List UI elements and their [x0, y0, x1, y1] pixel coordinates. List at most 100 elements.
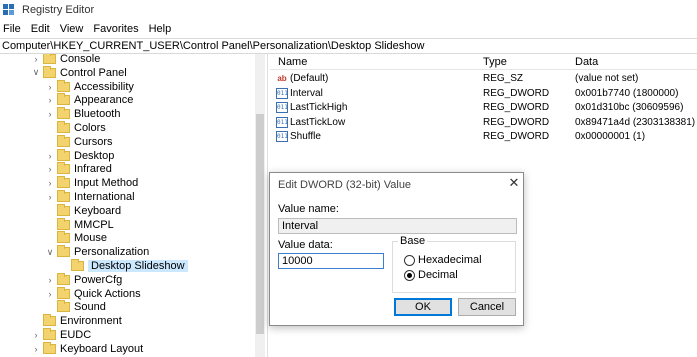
value-type: REG_DWORD	[483, 116, 550, 128]
chevron-right-icon[interactable]: ›	[44, 164, 56, 174]
tree-item-label: Bluetooth	[74, 108, 121, 121]
value-data-input[interactable]: 10000	[278, 253, 384, 269]
menu-favorites[interactable]: Favorites	[93, 23, 138, 35]
value-row[interactable]: 011 LastTickHigh REG_DWORD 0x01d310bc (3060…	[270, 101, 697, 116]
value-row[interactable]: 011 Interval REG_DWORD 0x001b7740 (1800000)	[270, 87, 697, 102]
tree-item[interactable]: Environment	[30, 314, 122, 328]
tree-item-label: Desktop	[74, 149, 115, 162]
tree-item[interactable]: › Appearance	[44, 93, 133, 107]
folder-icon	[43, 65, 56, 78]
value-row[interactable]: 011 LastTickLow REG_DWORD 0x89471a4d (23031…	[270, 116, 697, 131]
dialog-title: Edit DWORD (32-bit) Value	[278, 179, 412, 191]
chevron-right-icon[interactable]: ›	[44, 289, 56, 299]
radio-checked-icon	[404, 269, 415, 281]
chevron-right-icon[interactable]: ›	[30, 54, 42, 64]
tree-scrollbar-thumb[interactable]	[256, 114, 264, 334]
tree-item-label: Quick Actions	[74, 287, 141, 300]
tree-scrollbar[interactable]	[255, 54, 265, 357]
column-data[interactable]: Data	[575, 56, 598, 68]
tree-item[interactable]: Cursors	[44, 134, 113, 149]
close-icon[interactable]: ✕	[506, 175, 522, 191]
folder-icon	[57, 272, 70, 285]
menu-view[interactable]: View	[60, 23, 84, 35]
chevron-right-icon[interactable]: ›	[30, 330, 42, 340]
tree-item-label: International	[74, 191, 135, 203]
column-name[interactable]: Name	[278, 56, 307, 68]
tree-item[interactable]: Desktop Slideshow	[58, 259, 188, 273]
value-row[interactable]: ab (Default) REG_SZ (value not set)	[270, 72, 697, 87]
tree-item[interactable]: › Bluetooth	[44, 107, 120, 121]
menu-edit[interactable]: Edit	[31, 23, 50, 35]
cancel-button[interactable]: Cancel	[458, 298, 516, 316]
tree-item[interactable]: › Input Method	[44, 176, 138, 190]
tree-item[interactable]: Keyboard	[44, 203, 122, 218]
chevron-right-icon[interactable]: ›	[44, 109, 56, 119]
chevron-right-icon[interactable]: ›	[44, 275, 56, 285]
title-bar: Registry Editor	[0, 0, 697, 20]
tree-item[interactable]: ∨ Control Panel	[30, 65, 127, 80]
tree-item[interactable]: Mouse	[44, 231, 107, 245]
tree-item[interactable]: ∨ Personalization	[44, 245, 149, 259]
binary-value-icon: 011	[276, 102, 288, 113]
menu-help[interactable]: Help	[149, 23, 172, 35]
tree-item[interactable]: Colors	[44, 121, 106, 135]
tree-item-label: Keyboard	[74, 204, 122, 217]
chevron-down-icon[interactable]: ∨	[30, 67, 42, 78]
tree-item-label: EUDC	[60, 329, 92, 341]
chevron-right-icon[interactable]: ›	[44, 192, 56, 202]
address-bar[interactable]: Computer\HKEY_CURRENT_USER\Control Panel…	[0, 38, 697, 54]
folder-icon	[57, 107, 70, 120]
value-row[interactable]: 011 Shuffle REG_DWORD 0x00000001 (1)	[270, 130, 697, 145]
folder-icon	[57, 286, 70, 299]
tree-item-label: Environment	[60, 315, 122, 328]
chevron-right-icon[interactable]: ›	[44, 178, 56, 188]
tree-item-label: Console	[60, 54, 101, 65]
window-title: Registry Editor	[22, 4, 95, 16]
value-data: 0x89471a4d (2303138381)	[575, 116, 696, 128]
registry-editor-icon	[3, 4, 17, 16]
value-list-header: Name Type Data	[270, 54, 697, 70]
value-type: REG_DWORD	[483, 102, 550, 113]
ok-button[interactable]: OK	[394, 298, 452, 316]
tree-item[interactable]: › Console	[30, 54, 100, 66]
binary-value-icon: 011	[276, 87, 288, 99]
tree-item[interactable]: › Accessibility	[44, 79, 134, 94]
folder-icon	[57, 134, 70, 147]
tree-item[interactable]: MMCPL	[44, 217, 114, 232]
column-type[interactable]: Type	[483, 56, 507, 68]
chevron-right-icon[interactable]: ›	[44, 95, 56, 105]
tree-item-label: Personalization	[74, 246, 150, 259]
hexadecimal-label: Hexadecimal	[418, 254, 482, 266]
tree-item[interactable]: › Keyboard Layout	[30, 341, 143, 356]
tree-item[interactable]: › EUDC	[30, 328, 91, 342]
folder-icon	[57, 190, 70, 202]
tree-item[interactable]: › PowerCfg	[44, 272, 122, 287]
tree-item[interactable]: › Quick Actions	[44, 286, 141, 301]
tree-item-label: Mouse	[74, 232, 108, 245]
pane-divider[interactable]	[267, 54, 268, 357]
chevron-right-icon[interactable]: ›	[44, 151, 56, 161]
menu-bar: File Edit View Favorites Help	[0, 20, 697, 38]
decimal-radio[interactable]: Decimal	[404, 269, 458, 281]
value-name: Shuffle	[290, 131, 321, 142]
tree-item[interactable]: › Infrared	[44, 162, 112, 176]
chevron-right-icon[interactable]: ›	[30, 344, 42, 354]
decimal-label: Decimal	[418, 269, 458, 281]
binary-value-icon: 011	[276, 116, 288, 128]
folder-icon	[43, 341, 56, 354]
tree-item-label: Infrared	[74, 163, 112, 176]
value-data: 0x00000001 (1)	[575, 131, 646, 142]
hexadecimal-radio[interactable]: Hexadecimal	[404, 254, 482, 266]
chevron-right-icon[interactable]: ›	[44, 82, 56, 92]
tree-item[interactable]: › Desktop	[44, 148, 115, 163]
edit-dword-dialog: Edit DWORD (32-bit) Value ✕ Value name: …	[269, 172, 524, 326]
tree-item[interactable]: Sound	[44, 300, 106, 314]
chevron-down-icon[interactable]: ∨	[44, 247, 56, 258]
base-group-label: Base	[398, 235, 428, 247]
value-list: Name Type Data ab (Default) REG_SZ (value n…	[270, 54, 697, 164]
string-value-icon: ab	[277, 74, 287, 83]
value-type: REG_DWORD	[483, 131, 550, 142]
tree-item[interactable]: › International	[44, 190, 135, 204]
tree-item-label: Colors	[74, 122, 106, 134]
menu-file[interactable]: File	[3, 23, 21, 35]
